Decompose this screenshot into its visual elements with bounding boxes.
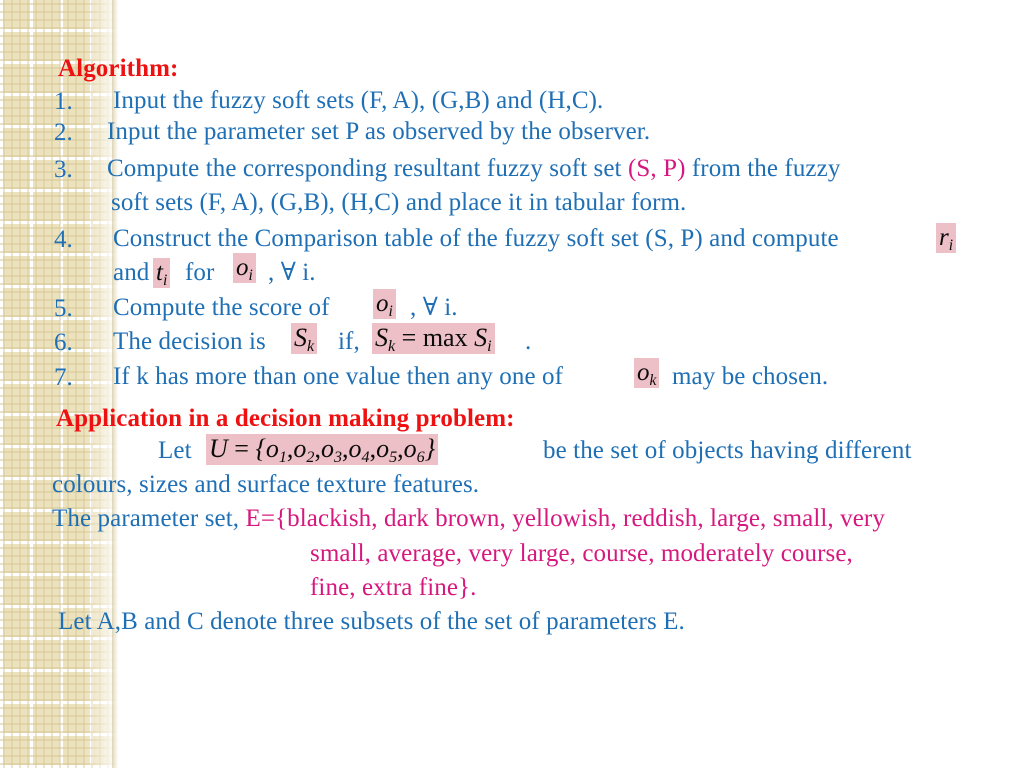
list-number-7: 7. bbox=[54, 364, 73, 391]
list-number-2: 2. bbox=[54, 119, 73, 146]
algorithm-heading: Algorithm: bbox=[58, 55, 179, 82]
equation-object: Sk = max Si bbox=[372, 323, 495, 355]
equation-o-k: ok bbox=[634, 358, 660, 388]
equation-object: oi bbox=[373, 289, 396, 319]
equation-o-i-score: oi bbox=[373, 289, 396, 319]
equation-s-k: Sk bbox=[291, 323, 318, 355]
list-item-4-cont-b-wrap: for bbox=[185, 260, 214, 285]
list-item-3-text-before: Compute the corresponding resultant fuzz… bbox=[107, 155, 628, 182]
equation-t-i: ti bbox=[153, 258, 171, 288]
parameter-set-line-2: small, average, very large, course, mode… bbox=[310, 540, 853, 567]
list-item-5-text: Compute the score of bbox=[113, 294, 330, 321]
let-label: Let bbox=[158, 437, 192, 464]
equation-s-k-max: Sk = max Si bbox=[372, 323, 495, 355]
equation-universe-set: U = {o1,o2,o3,o4,o5,o6} bbox=[206, 434, 439, 466]
list-item-4-text: Construct the Comparison table of the fu… bbox=[113, 225, 839, 252]
equation-object: ok bbox=[634, 358, 660, 388]
list-item-4-cont-b: for bbox=[185, 259, 215, 286]
list-item-4-cont-a: and bbox=[113, 259, 150, 286]
let-tail: be the set of objects having different bbox=[543, 437, 912, 464]
list-item-6-text-mid: if, bbox=[338, 328, 360, 355]
equation-o-i: oi bbox=[233, 253, 256, 283]
parameter-label: The parameter set, bbox=[52, 505, 240, 532]
list-item-5-text-after: , ∀ i. bbox=[410, 294, 458, 321]
slide-canvas: Algorithm: 1. Input the fuzzy soft sets … bbox=[0, 0, 1024, 768]
list-item-7-text-after: may be chosen. bbox=[672, 363, 829, 390]
parameter-set-line-1: The parameter set, E={blackish, dark bro… bbox=[52, 506, 885, 531]
list-item-3-text-after: from the fuzzy bbox=[685, 155, 841, 182]
application-heading: Application in a decision making problem… bbox=[56, 405, 515, 432]
list-number-3: 3. bbox=[54, 156, 73, 183]
list-item-4-cont-c-wrap: , ∀ i. bbox=[268, 260, 316, 285]
list-number-1: 1. bbox=[54, 88, 73, 115]
equation-object: ti bbox=[153, 258, 171, 288]
closing-line: Let A,B and C denote three subsets of th… bbox=[58, 608, 685, 635]
list-item-2-text: Input the parameter set P as observed by… bbox=[107, 118, 651, 145]
equation-r-i: ri bbox=[936, 223, 957, 253]
list-item-3-highlight: (S, P) bbox=[627, 155, 686, 182]
parameter-set-line-3: fine, extra fine}. bbox=[310, 574, 477, 601]
slide-content: Algorithm: 1. Input the fuzzy soft sets … bbox=[0, 0, 1024, 768]
list-item-7-text: If k has more than one value then any on… bbox=[113, 363, 564, 390]
list-item-3-text: Compute the corresponding resultant fuzz… bbox=[107, 156, 840, 181]
equation-object: Sk bbox=[291, 323, 318, 355]
equation-object: oi bbox=[233, 253, 256, 283]
list-item-6-text: The decision is bbox=[113, 328, 266, 355]
equation-object: ri bbox=[936, 223, 957, 253]
equation-object: U = {o1,o2,o3,o4,o5,o6} bbox=[206, 434, 439, 466]
list-item-4-cont-c: , ∀ i. bbox=[268, 259, 316, 286]
list-item-1-text: Input the fuzzy soft sets (F, A), (G,B) … bbox=[113, 87, 604, 114]
list-item-6-text-after: . bbox=[525, 328, 532, 355]
list-number-4: 4. bbox=[54, 226, 73, 253]
parameter-set-values-1: E={blackish, dark brown, yellowish, redd… bbox=[245, 505, 885, 532]
list-number-6: 6. bbox=[54, 329, 73, 356]
list-number-5: 5. bbox=[54, 295, 73, 322]
let-continuation: colours, sizes and surface texture featu… bbox=[52, 471, 480, 498]
list-item-3-continuation: soft sets (F, A), (G,B), (H,C) and place… bbox=[111, 189, 687, 216]
list-item-4-continuation: and bbox=[113, 260, 149, 285]
